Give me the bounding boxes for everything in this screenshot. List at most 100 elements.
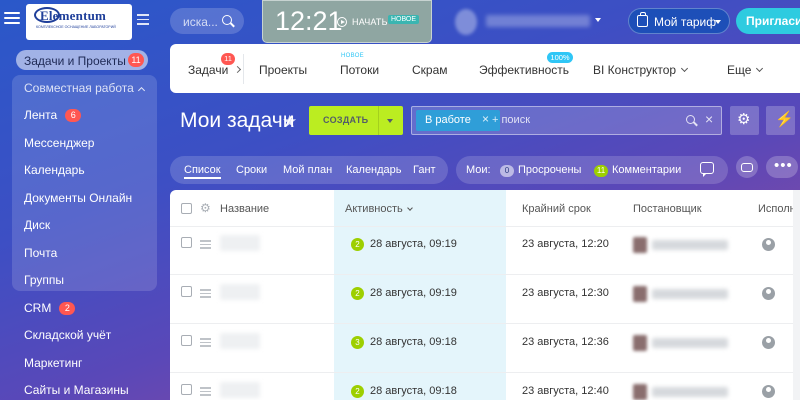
user-icon[interactable]	[762, 385, 775, 398]
column-header-deadline[interactable]: Крайний срок	[522, 203, 591, 215]
activity-date: 28 августа, 09:19	[370, 238, 457, 250]
user-menu-chevron-icon[interactable]	[595, 18, 601, 22]
tab-scrum[interactable]: Скрам	[412, 63, 448, 77]
column-settings-gear-icon[interactable]: ⚙	[200, 201, 211, 215]
avatar[interactable]	[633, 335, 647, 351]
sidebar-item-groups[interactable]: Группы	[24, 273, 64, 287]
sidebar-item-marketing[interactable]: Маркетинг	[24, 356, 82, 370]
task-title-blurred[interactable]	[220, 333, 260, 349]
deadline[interactable]: 23 августа, 12:20	[522, 238, 609, 250]
task-title-blurred[interactable]	[220, 382, 260, 398]
filter-search-bar[interactable]: В работе × + поиск	[411, 106, 722, 135]
sidebar-item-messenger[interactable]: Мессенджер	[24, 136, 94, 150]
row-checkbox[interactable]	[181, 237, 192, 248]
tab-tasks-counter: 11	[221, 53, 235, 65]
task-title-blurred[interactable]	[220, 284, 260, 300]
sidebar-item-disk[interactable]: Диск	[24, 218, 50, 232]
briefcase-icon	[637, 12, 648, 27]
deadline[interactable]: 23 августа, 12:30	[522, 287, 609, 299]
work-day-widget[interactable]: 12:21 НАЧАТЬ НОВОЕ	[262, 0, 432, 43]
sidebar-item-crm[interactable]: CRM 2	[24, 301, 76, 315]
tab-projects[interactable]: Проекты	[259, 63, 307, 77]
counter-overdue[interactable]: 0 Просрочены	[500, 164, 581, 177]
close-icon[interactable]: ×	[482, 112, 489, 126]
column-header-label: Активность	[345, 203, 403, 215]
view-my-plan[interactable]: Мой план	[283, 164, 332, 176]
chat-read-all-icon[interactable]	[700, 162, 714, 177]
view-gantt[interactable]: Гант	[413, 164, 436, 176]
sidebar-item-feed[interactable]: Лента 6	[24, 108, 82, 122]
settings-sliders-icon[interactable]	[137, 14, 149, 26]
filter-chip-in-progress[interactable]: В работе ×	[416, 110, 500, 131]
user-avatar[interactable]	[455, 9, 477, 35]
drag-handle-icon[interactable]	[200, 387, 211, 398]
row-checkbox[interactable]	[181, 286, 192, 297]
company-logo[interactable]: Elementum КОМПЛЕКСНОЕ ОСНАЩЕНИЕ ЛАБОРАТО…	[26, 4, 132, 40]
search-icon	[222, 15, 232, 25]
creator-name-blurred[interactable]	[652, 289, 728, 299]
chevron-down-icon[interactable]	[387, 119, 393, 123]
drag-handle-icon[interactable]	[200, 240, 211, 251]
drag-handle-icon[interactable]	[200, 338, 211, 349]
sidebar-item-tasks-projects[interactable]: Задачи и Проекты 11	[16, 50, 148, 70]
counter-badge: 2	[59, 302, 76, 315]
vertical-scrollbar[interactable]	[793, 190, 800, 400]
ellipsis-icon: •••	[774, 157, 793, 174]
avatar[interactable]	[633, 384, 647, 400]
sidebar-group-header[interactable]: Совместная работа	[24, 81, 145, 95]
sidebar-item-mail[interactable]: Почта	[24, 246, 57, 260]
automation-button[interactable]: ⚡	[766, 106, 795, 135]
clear-filter-icon[interactable]: ×	[705, 111, 713, 127]
column-header-creator[interactable]: Постановщик	[633, 203, 702, 215]
column-header-name[interactable]: Название	[220, 203, 269, 215]
activity-counter: 3	[351, 336, 364, 349]
search-icon[interactable]	[686, 115, 695, 124]
global-search-input[interactable]: иска...	[170, 8, 244, 34]
user-name-blurred[interactable]	[486, 15, 590, 27]
task-title-blurred[interactable]	[220, 235, 260, 251]
star-icon[interactable]: ★	[282, 112, 297, 132]
creator-name-blurred[interactable]	[652, 338, 728, 348]
user-icon[interactable]	[762, 287, 775, 300]
sidebar-item-sites[interactable]: Сайты и Магазины	[24, 383, 129, 397]
view-list[interactable]: Список	[184, 164, 221, 179]
start-workday-button[interactable]: НАЧАТЬ	[352, 17, 388, 27]
invite-button[interactable]: Пригласить	[736, 8, 800, 34]
row-divider	[170, 323, 800, 324]
task-counters: Мои: 0 Просрочены 11 Комментарии	[456, 156, 728, 184]
avatar[interactable]	[633, 237, 647, 253]
my-tariff-button[interactable]: Мой тариф	[628, 8, 730, 34]
user-icon[interactable]	[762, 238, 775, 251]
view-calendar[interactable]: Календарь	[346, 164, 402, 176]
view-deadlines[interactable]: Сроки	[236, 164, 267, 176]
search-placeholder: иска...	[183, 15, 218, 29]
tab-flows[interactable]: Потоки	[340, 63, 379, 77]
tab-efficiency[interactable]: Эффективность	[479, 63, 569, 77]
tab-more[interactable]: Еще	[727, 63, 764, 77]
creator-name-blurred[interactable]	[652, 240, 728, 250]
sidebar-item-inventory[interactable]: Складской учёт	[24, 328, 111, 342]
tab-tasks[interactable]: Задачи	[188, 63, 228, 77]
select-all-checkbox[interactable]	[181, 203, 192, 214]
column-header-activity[interactable]: Активность	[345, 203, 413, 215]
deadline[interactable]: 23 августа, 12:36	[522, 336, 609, 348]
settings-button[interactable]: ⚙	[730, 106, 759, 135]
user-icon[interactable]	[762, 336, 775, 349]
filter-search-input[interactable]: + поиск	[492, 114, 530, 126]
creator-name-blurred[interactable]	[652, 387, 728, 397]
deadline[interactable]: 23 августа, 12:40	[522, 385, 609, 397]
menu-burger-icon[interactable]	[4, 12, 20, 24]
drag-handle-icon[interactable]	[200, 289, 211, 300]
row-checkbox[interactable]	[181, 384, 192, 395]
tab-bi-builder[interactable]: BI Конструктор	[593, 63, 689, 77]
row-checkbox[interactable]	[181, 335, 192, 346]
avatar[interactable]	[633, 286, 647, 302]
chevron-right-icon	[233, 65, 242, 74]
sidebar-item-calendar[interactable]: Календарь	[24, 163, 85, 177]
row-divider	[170, 372, 800, 373]
sidebar-item-documents[interactable]: Документы Онлайн	[24, 191, 132, 205]
robots-button[interactable]	[736, 156, 758, 178]
counter-comments[interactable]: 11 Комментарии	[594, 164, 681, 177]
more-actions-button[interactable]: •••	[766, 156, 798, 178]
create-task-button[interactable]: СОЗДАТЬ	[309, 106, 403, 135]
